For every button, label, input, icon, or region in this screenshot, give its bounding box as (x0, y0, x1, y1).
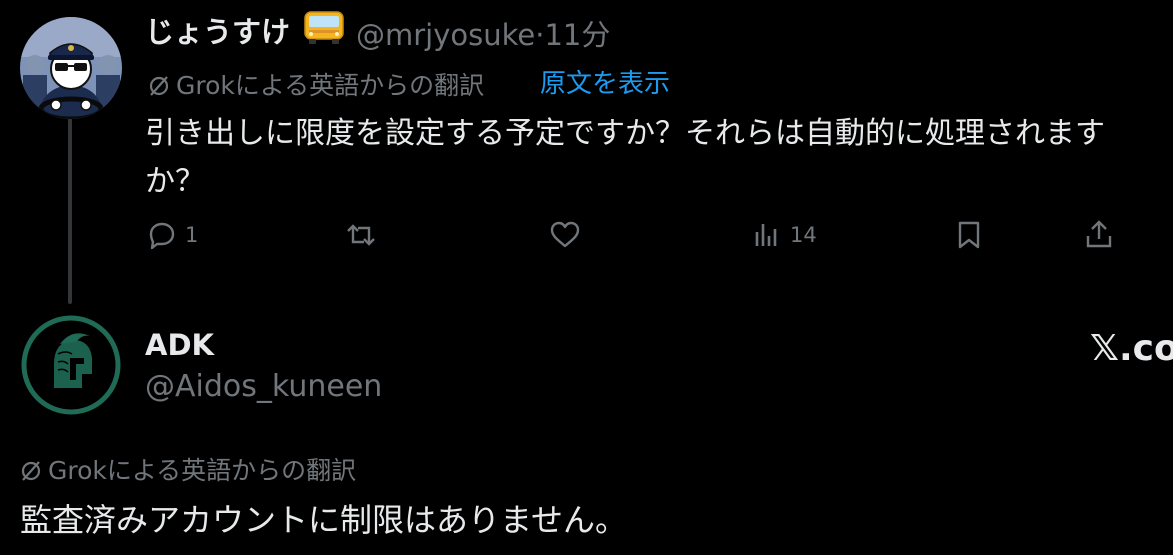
heart-icon (550, 221, 580, 248)
views-count: 14 (790, 223, 817, 247)
avatar-aidos-kuneen[interactable] (20, 314, 122, 416)
handle[interactable]: @mrjyosuke (356, 18, 535, 52)
bookmark-icon (958, 221, 980, 249)
grok-icon (149, 76, 169, 96)
share-button[interactable] (1082, 215, 1116, 255)
like-button[interactable] (548, 215, 582, 255)
share-icon (1086, 220, 1112, 248)
avatar-illustration (20, 17, 122, 119)
thread-line (68, 118, 72, 304)
repost-icon (347, 224, 375, 246)
reply-count: 1 (185, 223, 199, 247)
avatar-mrjyosuke[interactable] (20, 17, 122, 119)
display-name[interactable]: じょうすけ (145, 9, 290, 51)
views-button[interactable]: 14 (750, 215, 817, 255)
views-icon (755, 224, 777, 246)
timestamp[interactable]: 11分 (544, 18, 610, 52)
bus-icon (303, 9, 345, 45)
translation-label: Grokによる英語からの翻訳 (20, 451, 356, 487)
translation-label-text: Grokによる英語からの翻訳 (176, 71, 485, 100)
translation-label-text: Grokによる英語からの翻訳 (48, 456, 357, 485)
grok-icon (21, 461, 41, 481)
watermark: 𝕏.co (1090, 328, 1173, 369)
handle[interactable]: @Aidos_kuneen (145, 369, 382, 404)
tweet-text: 引き出しに限度を設定する予定ですか？それらは自動的に処理されますか？ (145, 116, 1105, 199)
handle-and-time[interactable]: @mrjyosuke·11分 (356, 12, 610, 54)
reply-button[interactable]: 1 (145, 215, 198, 255)
show-original-link[interactable]: 原文を表示 (540, 63, 670, 100)
spartan-helmet-logo (21, 315, 121, 415)
translation-label: Grokによる英語からの翻訳 (148, 66, 484, 102)
bookmark-button[interactable] (952, 215, 986, 255)
display-name[interactable]: ADK (145, 328, 214, 362)
tweet-text: 監査済みアカウントに制限はありません。 (20, 501, 628, 539)
repost-button[interactable] (344, 215, 378, 255)
reply-icon (149, 222, 175, 250)
